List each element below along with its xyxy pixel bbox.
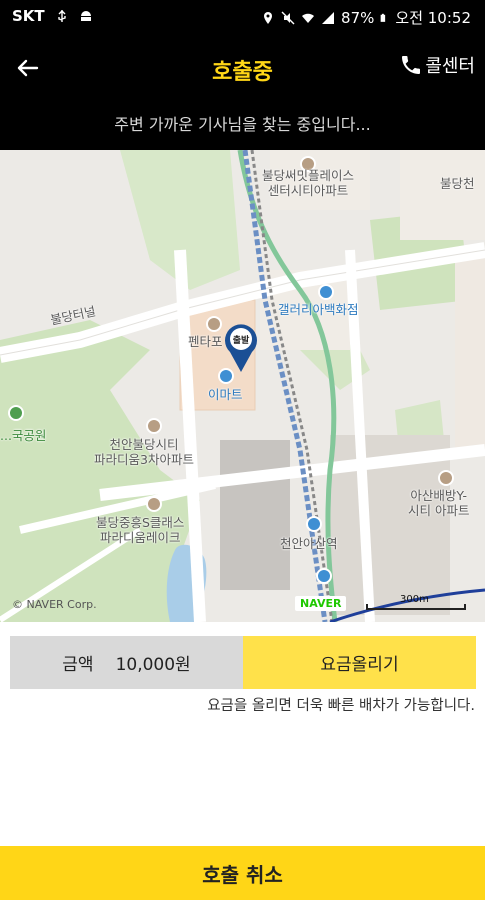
train-station-icon	[306, 516, 322, 532]
callcenter-button[interactable]: 콜센터	[399, 52, 475, 78]
android-icon	[80, 11, 91, 21]
subway-icon	[316, 568, 332, 584]
signal-icon	[322, 11, 335, 24]
mute-icon	[281, 11, 295, 24]
department-store-icon	[318, 284, 334, 300]
map-copyright: © NAVER Corp.	[12, 598, 97, 611]
map-label-pentaport: 펜타포	[188, 334, 223, 349]
battery-percent: 87%	[341, 8, 375, 27]
usb-icon	[57, 10, 66, 22]
back-button[interactable]	[10, 50, 46, 86]
cancel-call-button[interactable]: 호출 취소	[0, 846, 485, 900]
raise-fare-hint: 요금을 올리면 더욱 빠른 배차가 가능합니다.	[207, 698, 475, 714]
map-label-bulldang-summit: 불당써밋플레이스 센터시티아파트	[262, 168, 355, 198]
map-label-paradium-lake: 불당중흥S클래스 파라디움레이크	[96, 515, 185, 545]
app-header: 호출중 콜센터	[0, 34, 485, 100]
map-label-station: 천안아산역	[280, 536, 338, 551]
raise-fare-button[interactable]: 요금올리기	[243, 636, 476, 689]
searching-message: 주변 가까운 기사님을 찾는 중입니다...	[0, 100, 485, 150]
map-label-galleria: 갤러리아백화점	[278, 302, 359, 317]
map-view[interactable]: 불당써밋플레이스 센터시티아파트 불당천 불당터널 갤러리아백화점 펜타포 이마…	[0, 150, 485, 622]
clock: 오전 10:52	[395, 9, 471, 27]
marker-label: 출발	[232, 336, 250, 346]
poi-icon	[206, 316, 222, 332]
status-bar: SKT 87% 오전 10:52	[0, 0, 485, 34]
fare-display: 금액 10,000원	[10, 636, 243, 689]
battery-icon	[381, 13, 386, 22]
map-pin-icon	[225, 324, 257, 372]
arrow-left-icon	[17, 59, 39, 77]
phone-icon	[402, 56, 421, 74]
fare-row: 금액 10,000원 요금올리기	[10, 636, 476, 689]
map-label-emart: 이마트	[208, 387, 243, 402]
park-icon	[8, 405, 24, 421]
pickup-marker[interactable]: 출발	[222, 322, 260, 374]
map-scale-label: 300m	[400, 594, 429, 605]
map-label-paradium3: 천안불당시티 파라디움3차아파트	[94, 437, 194, 467]
callcenter-label: 콜센터	[425, 56, 475, 77]
fare-label: 금액	[62, 655, 94, 675]
map-base	[0, 150, 485, 622]
map-label-park: ...국공원	[0, 428, 47, 443]
map-label-bulldang-cheon: 불당천	[440, 176, 475, 191]
map-label-asan-y: 아산배방Y- 시티 아파트	[408, 488, 470, 518]
poi-icon	[146, 418, 162, 434]
poi-icon	[438, 470, 454, 486]
wifi-icon	[302, 13, 315, 23]
carrier-label: SKT	[12, 7, 45, 25]
naver-logo: NAVER	[295, 596, 347, 611]
location-icon	[264, 11, 273, 24]
fare-amount: 10,000원	[115, 655, 191, 675]
poi-icon	[146, 496, 162, 512]
